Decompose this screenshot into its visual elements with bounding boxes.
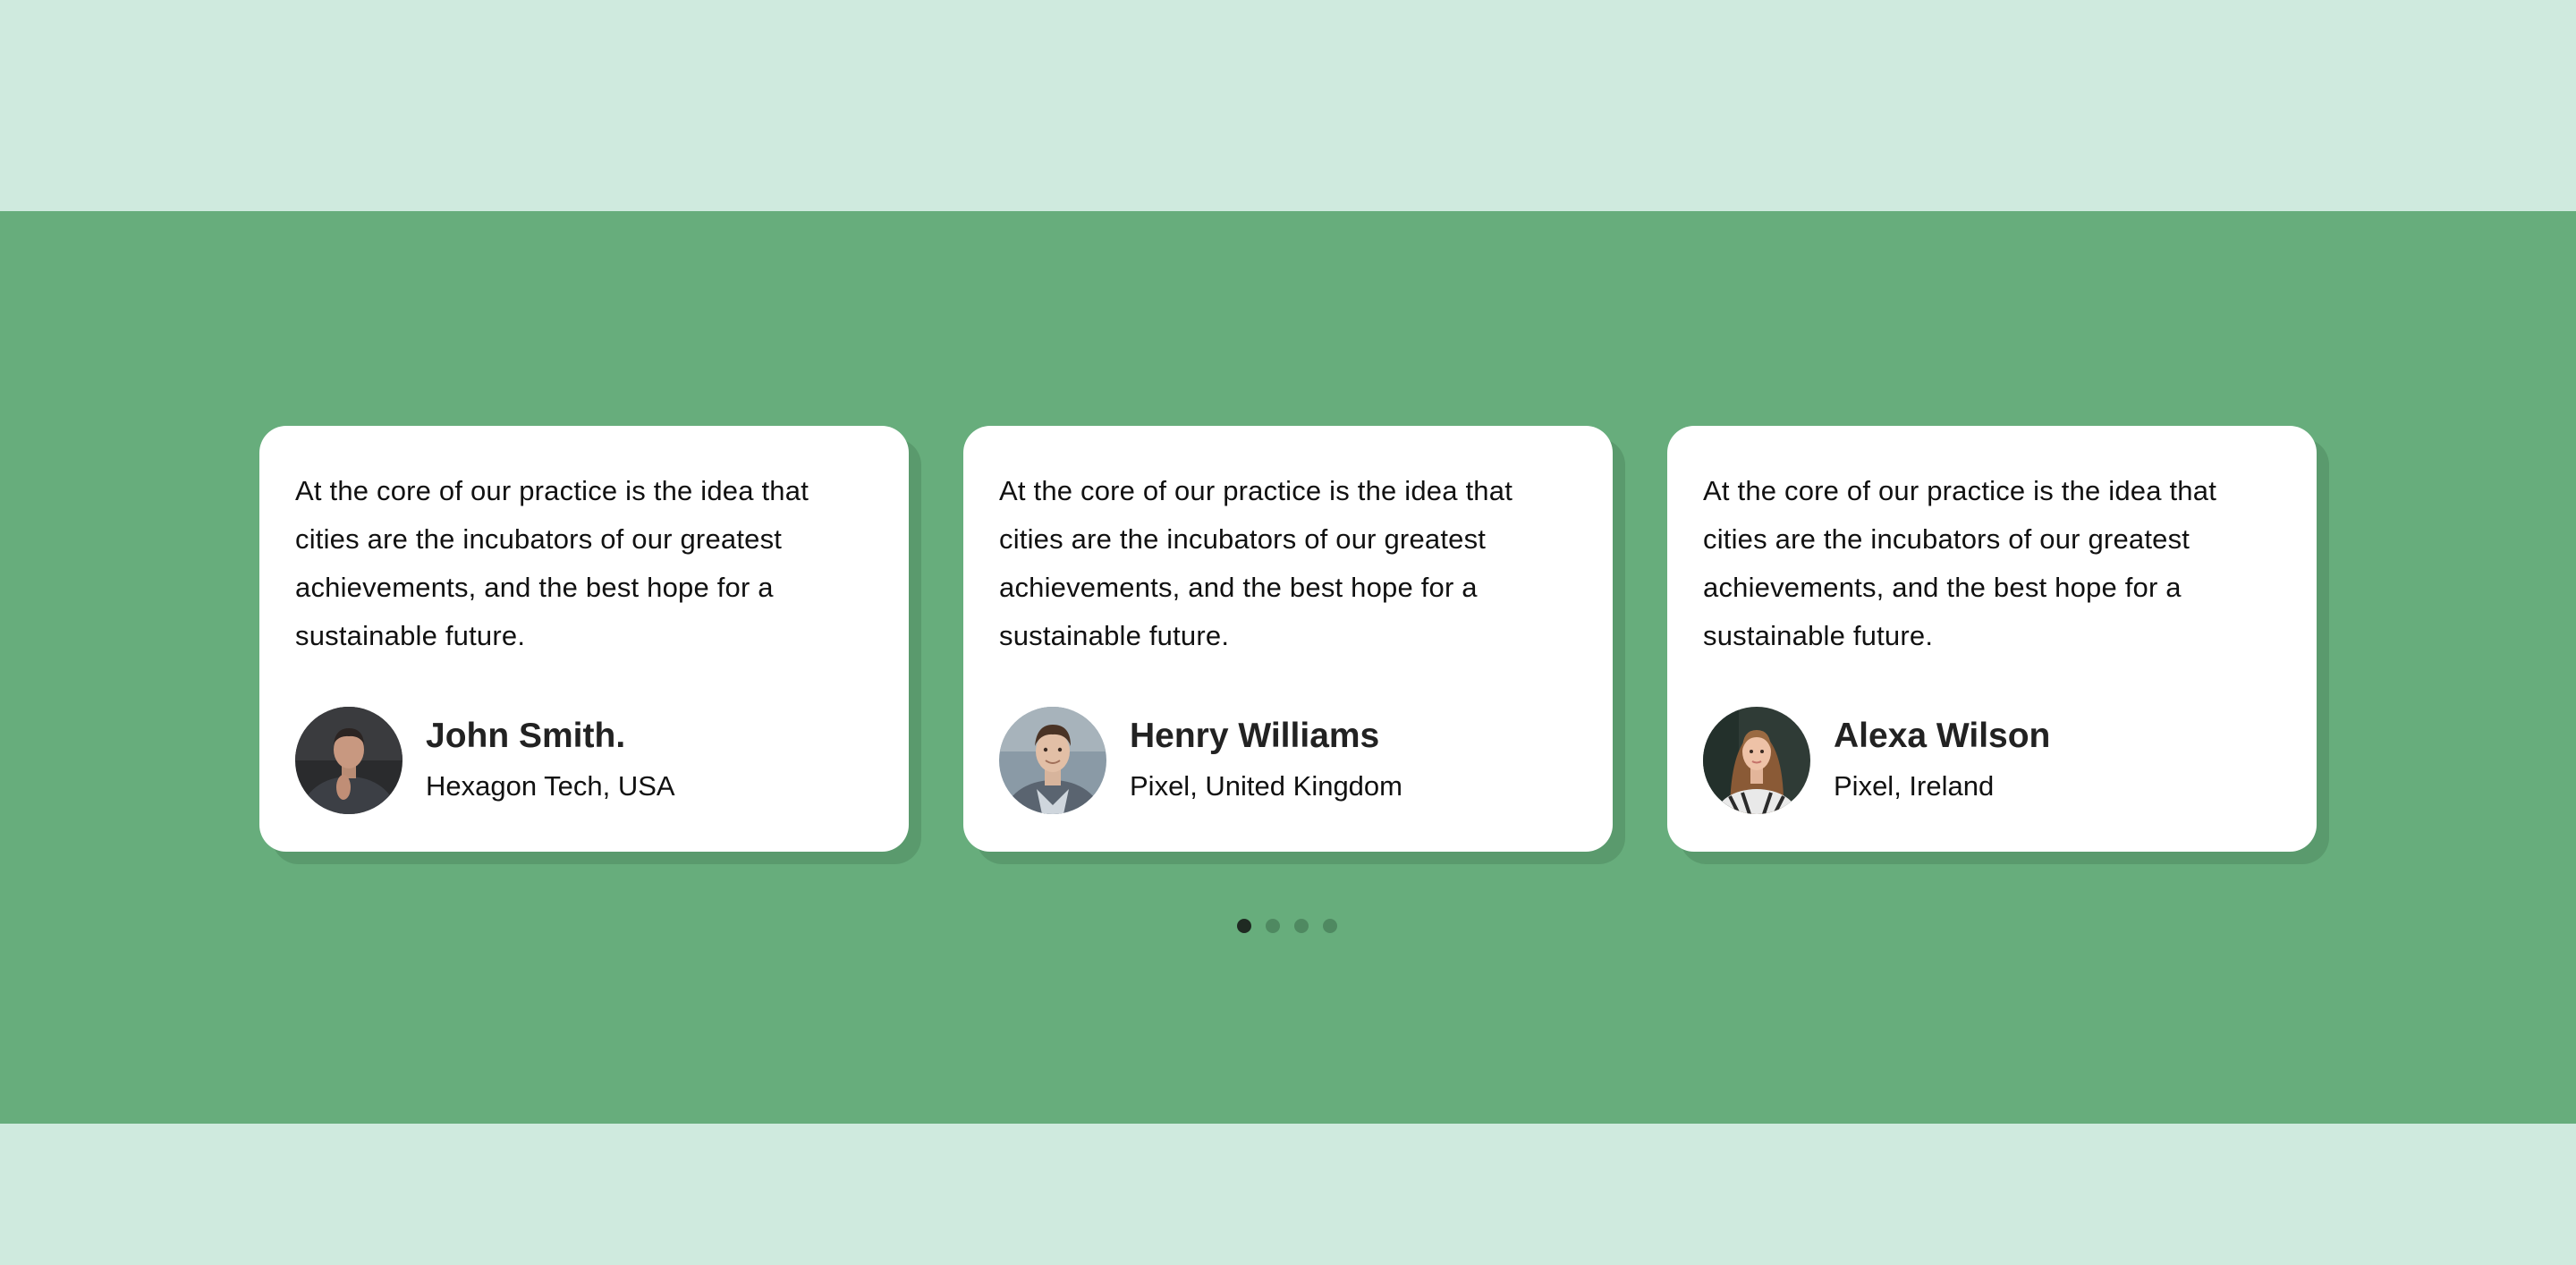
testimonial-carousel: At the core of our practice is the idea …: [259, 426, 2317, 852]
testimonial-card: At the core of our practice is the idea …: [963, 426, 1613, 852]
avatar: [999, 707, 1106, 814]
testimonial-card: At the core of our practice is the idea …: [259, 426, 909, 852]
testimonial-quote: At the core of our practice is the idea …: [1703, 475, 2217, 651]
testimonial-author: Henry Williams Pixel, United Kingdom: [999, 707, 1402, 814]
avatar: [1703, 707, 1810, 814]
testimonial-author: John Smith. Hexagon Tech, USA: [295, 707, 675, 814]
pagination-dot[interactable]: [1323, 919, 1337, 933]
page: At the core of our practice is the idea …: [0, 0, 2576, 1265]
author-meta: Henry Williams Pixel, United Kingdom: [1130, 715, 1402, 806]
author-company: Pixel, United Kingdom: [1130, 770, 1402, 802]
testimonial-quote: At the core of our practice is the idea …: [295, 475, 809, 651]
testimonial-quote: At the core of our practice is the idea …: [999, 475, 1513, 651]
avatar: [295, 707, 402, 814]
testimonial-author: Alexa Wilson Pixel, Ireland: [1703, 707, 2050, 814]
author-name: Henry Williams: [1130, 717, 1380, 755]
pagination-dot[interactable]: [1237, 919, 1251, 933]
pagination-dot[interactable]: [1266, 919, 1280, 933]
author-company: Pixel, Ireland: [1834, 770, 1995, 802]
author-meta: Alexa Wilson Pixel, Ireland: [1834, 715, 2050, 806]
author-meta: John Smith. Hexagon Tech, USA: [426, 715, 675, 806]
pagination-dot[interactable]: [1294, 919, 1309, 933]
author-company: Hexagon Tech, USA: [426, 770, 675, 802]
testimonial-card: At the core of our practice is the idea …: [1667, 426, 2317, 852]
carousel-pagination: [1237, 919, 1337, 933]
author-name: John Smith.: [426, 717, 626, 755]
author-name: Alexa Wilson: [1834, 717, 2051, 755]
